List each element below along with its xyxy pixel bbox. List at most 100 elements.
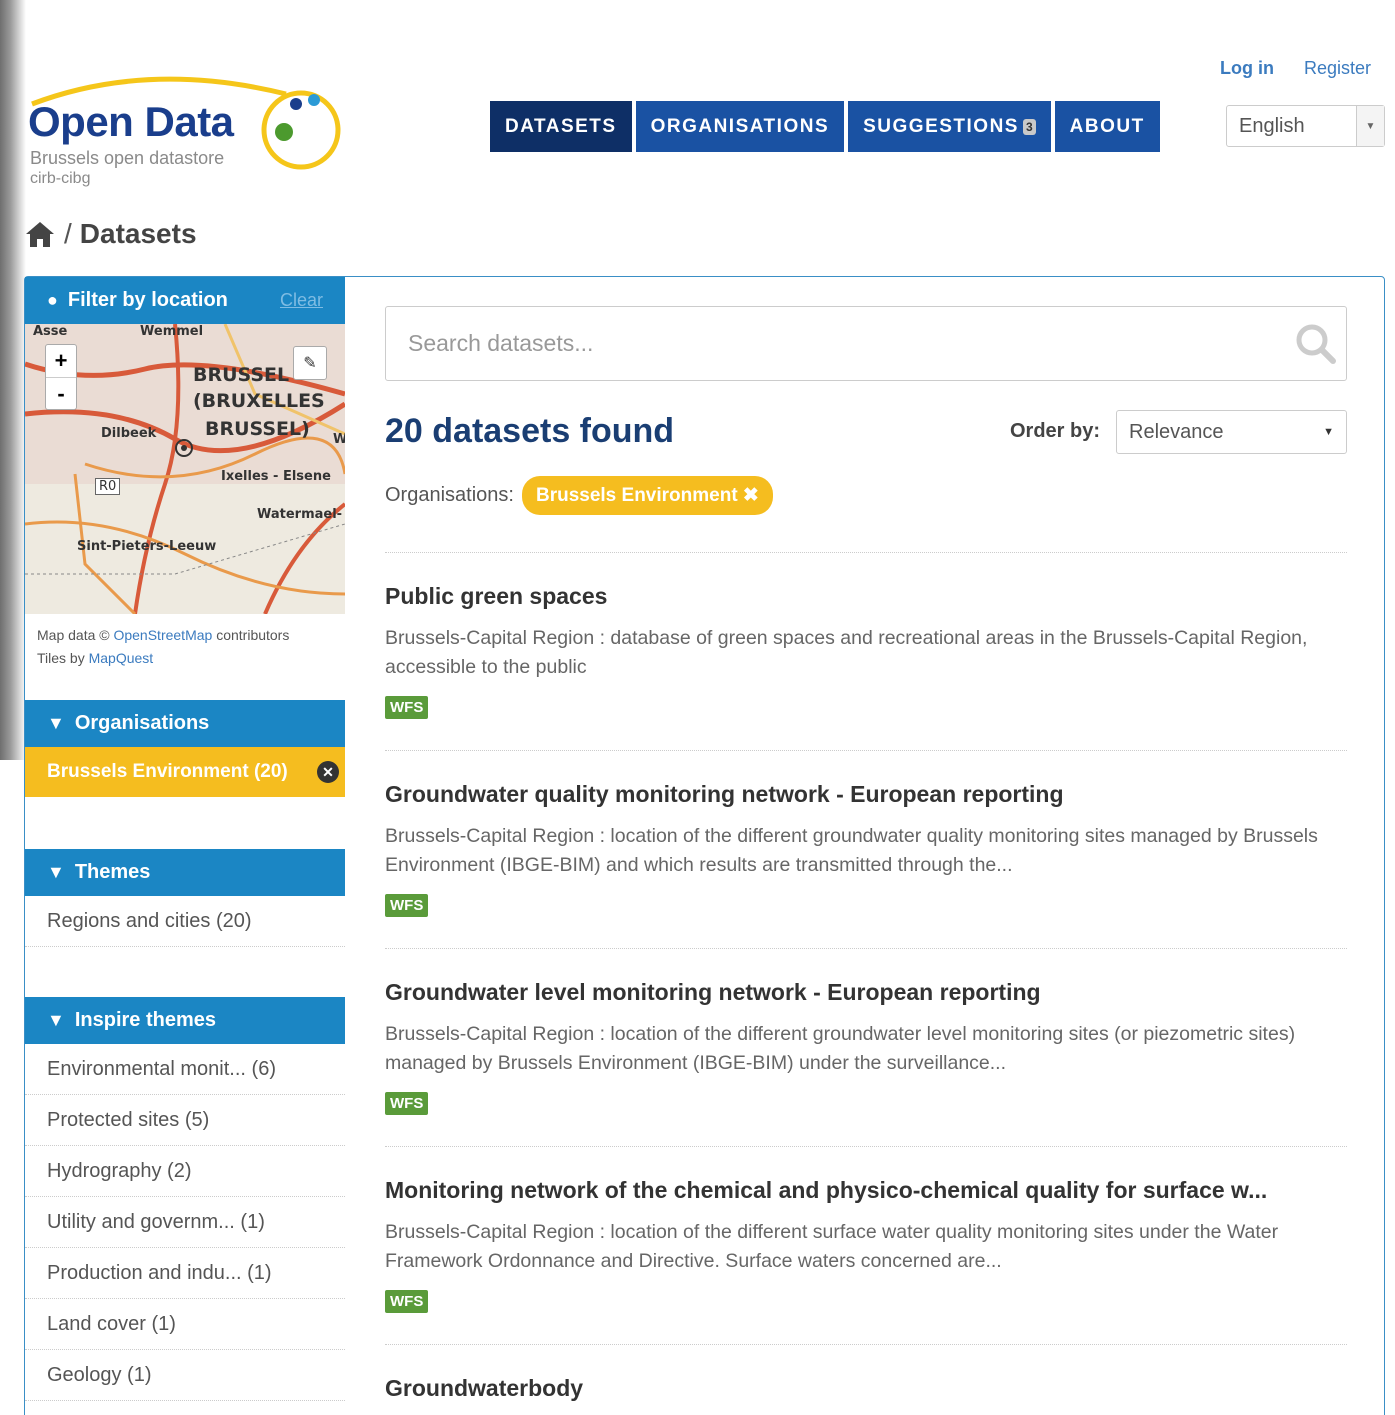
breadcrumb-current: Datasets bbox=[79, 218, 197, 249]
dataset-title[interactable]: Monitoring network of the chemical and p… bbox=[385, 1177, 1347, 1204]
dataset-description: Brussels-Capital Region : location of th… bbox=[385, 1221, 1279, 1272]
organisations-facet-title: Organisations bbox=[74, 712, 210, 734]
search-input[interactable]: Search datasets... bbox=[386, 330, 1286, 357]
map-label: (BRUXELLES bbox=[193, 390, 325, 412]
window-shadow bbox=[0, 0, 26, 760]
zoom-out-button[interactable]: - bbox=[46, 377, 76, 409]
nav-datasets[interactable]: DATASETS bbox=[490, 101, 632, 152]
location-filter-title: Filter by location bbox=[67, 289, 228, 311]
dataset-title[interactable]: Groundwaterbody bbox=[385, 1375, 1347, 1402]
inspire-facet-header: ▼ Inspire themes bbox=[25, 997, 345, 1044]
map-label: Ixelles - Elsene bbox=[221, 469, 331, 484]
chevron-down-icon: ▼ bbox=[1323, 426, 1334, 438]
globe-icon: ● bbox=[47, 290, 58, 310]
inspire-item[interactable]: Land cover (1) bbox=[25, 1299, 345, 1350]
dataset-description: Brussels-Capital Region : location of th… bbox=[385, 825, 1318, 876]
facet-label: Organisations: bbox=[385, 484, 514, 506]
map-label: R0 bbox=[95, 478, 121, 495]
tiles-prefix: Tiles by bbox=[37, 650, 85, 666]
active-organisation-label: Brussels Environment (20) bbox=[47, 761, 288, 782]
attribution-line: Map data © OpenStreetMap contributors bbox=[37, 624, 333, 647]
chevron-down-icon: ▼ bbox=[1356, 106, 1384, 146]
register-link[interactable]: Register bbox=[1304, 58, 1371, 79]
inspire-item[interactable]: Utility and governm... (1) bbox=[25, 1197, 345, 1248]
logo-subtitle: Brussels open datastore bbox=[30, 148, 225, 168]
map-label: Watermael- bbox=[257, 507, 343, 522]
inspire-item[interactable]: Production and indu... (1) bbox=[25, 1248, 345, 1299]
active-organisation-facet[interactable]: Brussels Environment (20) ✕ bbox=[25, 747, 345, 797]
dataset-item: Groundwater level monitoring network - E… bbox=[385, 948, 1347, 1115]
filter-icon: ▼ bbox=[47, 862, 65, 882]
order-by-value: Relevance bbox=[1129, 420, 1224, 443]
dataset-title[interactable]: Groundwater level monitoring network - E… bbox=[385, 979, 1347, 1006]
account-links: Log in Register bbox=[1220, 58, 1371, 79]
format-badge[interactable]: WFS bbox=[385, 696, 429, 719]
dataset-item: Public green spaces Brussels-Capital Reg… bbox=[385, 552, 1347, 719]
order-by-select[interactable]: Relevance ▼ bbox=[1116, 410, 1347, 454]
pencil-icon[interactable]: ✎ bbox=[293, 346, 327, 380]
filter-icon: ▼ bbox=[47, 713, 65, 733]
sidebar: ● Filter by location Clear + - ✎ Asse We… bbox=[25, 277, 345, 1401]
map-label: Sint-Pieters-Leeuw bbox=[77, 539, 217, 554]
site-logo[interactable]: Open Data Brussels open datastore cirb-c… bbox=[28, 68, 348, 198]
tiles-line: Tiles by MapQuest bbox=[37, 647, 333, 670]
organisations-facet-header: ▼ Organisations bbox=[25, 700, 345, 747]
map-label: Wemmel bbox=[140, 324, 204, 339]
map-label: BRUSSEL) bbox=[205, 418, 310, 440]
inspire-item[interactable]: Environmental monit... (6) bbox=[25, 1044, 345, 1095]
language-select[interactable]: English ▼ bbox=[1226, 105, 1385, 147]
format-badge[interactable]: WFS bbox=[385, 1092, 429, 1115]
order-by-label: Order by: bbox=[1010, 420, 1101, 442]
main-nav: DATASETS ORGANISATIONS SUGGESTIONS 3 ABO… bbox=[490, 101, 1160, 152]
filter-icon: ▼ bbox=[47, 1010, 65, 1030]
dataset-title[interactable]: Public green spaces bbox=[385, 583, 1347, 610]
zoom-in-button[interactable]: + bbox=[46, 345, 76, 377]
map-label: W bbox=[333, 432, 345, 447]
attribution-suffix: contributors bbox=[216, 627, 290, 643]
suggestions-count-badge: 3 bbox=[1022, 118, 1036, 135]
login-link[interactable]: Log in bbox=[1220, 58, 1274, 79]
map-label: Asse bbox=[33, 324, 68, 339]
dataset-description: Brussels-Capital Region : location of th… bbox=[385, 1023, 1296, 1074]
breadcrumb: / Datasets bbox=[24, 218, 197, 250]
active-facets: Organisations: Brussels Environment ✖ bbox=[385, 476, 773, 515]
search-icon[interactable] bbox=[1286, 323, 1346, 365]
inspire-item[interactable]: Protected sites (5) bbox=[25, 1095, 345, 1146]
location-map[interactable]: + - ✎ Asse Wemmel BRUSSEL (BRUXELLES BRU… bbox=[25, 324, 345, 614]
attribution-prefix: Map data © bbox=[37, 627, 110, 643]
home-icon[interactable] bbox=[24, 220, 56, 248]
inspire-item[interactable]: Hydrography (2) bbox=[25, 1146, 345, 1197]
facet-pill[interactable]: Brussels Environment ✖ bbox=[521, 476, 773, 515]
logo-org: cirb-cibg bbox=[30, 170, 91, 187]
nav-organisations[interactable]: ORGANISATIONS bbox=[635, 101, 845, 152]
results-count: 20 datasets found bbox=[385, 412, 675, 450]
dataset-description: Brussels-Capital Region : database of gr… bbox=[385, 627, 1308, 678]
location-filter-header: ● Filter by location Clear bbox=[25, 277, 345, 324]
osm-link[interactable]: OpenStreetMap bbox=[113, 627, 212, 643]
map-zoom-control: + - bbox=[45, 344, 77, 410]
map-label: BRUSSEL bbox=[193, 364, 290, 386]
theme-item[interactable]: Regions and cities (20) bbox=[25, 896, 345, 947]
nav-about[interactable]: ABOUT bbox=[1054, 101, 1160, 152]
dataset-title[interactable]: Groundwater quality monitoring network -… bbox=[385, 781, 1347, 808]
clear-location-link[interactable]: Clear bbox=[280, 290, 323, 311]
format-badge[interactable]: WFS bbox=[385, 894, 429, 917]
themes-facet-title: Themes bbox=[74, 861, 151, 883]
language-value: English bbox=[1239, 114, 1305, 137]
dataset-item: Monitoring network of the chemical and p… bbox=[385, 1146, 1347, 1313]
nav-suggestions[interactable]: SUGGESTIONS 3 bbox=[848, 101, 1051, 152]
map-attribution: Map data © OpenStreetMap contributors Ti… bbox=[25, 614, 345, 700]
inspire-facet-title: Inspire themes bbox=[74, 1009, 216, 1031]
themes-facet-header: ▼ Themes bbox=[25, 849, 345, 896]
nav-suggestions-label: SUGGESTIONS bbox=[863, 115, 1019, 137]
inspire-item[interactable]: Geology (1) bbox=[25, 1350, 345, 1401]
map-label: Dilbeek bbox=[101, 426, 157, 441]
logo-title: Open Data bbox=[28, 98, 234, 145]
breadcrumb-separator: / bbox=[64, 218, 72, 249]
format-badge[interactable]: WFS bbox=[385, 1290, 429, 1313]
search-box: Search datasets... bbox=[385, 306, 1347, 381]
mapquest-link[interactable]: MapQuest bbox=[89, 650, 154, 666]
close-icon[interactable]: ✕ bbox=[317, 761, 339, 783]
